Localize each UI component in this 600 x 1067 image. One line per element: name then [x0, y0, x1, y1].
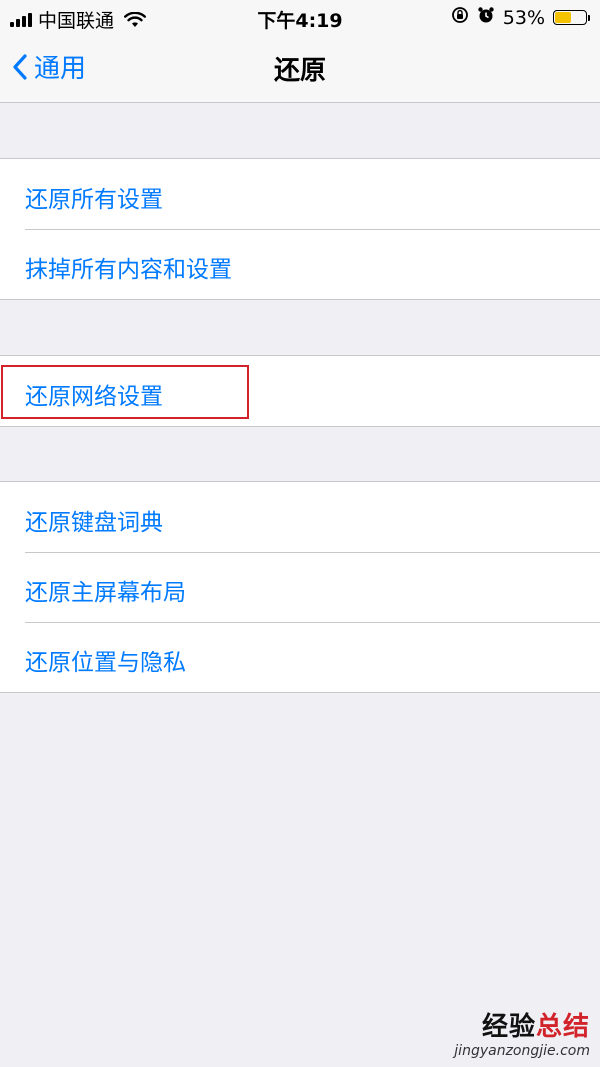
- reset-home-screen-layout-cell[interactable]: 还原主屏幕布局: [0, 552, 600, 622]
- status-bar: 中国联通 下午4:19 53%: [0, 0, 600, 34]
- reset-location-privacy-cell[interactable]: 还原位置与隐私: [0, 622, 600, 692]
- cell-label: 还原所有设置: [25, 187, 163, 213]
- battery-percent: 53%: [502, 6, 545, 29]
- page-title: 还原: [273, 56, 326, 86]
- cell-label: 还原位置与隐私: [25, 650, 186, 676]
- cell-label: 还原键盘词典: [25, 510, 163, 536]
- battery-fill: [555, 12, 571, 23]
- watermark: 经验总结 jingyanzongjie.com: [454, 1006, 590, 1059]
- battery-icon: [553, 10, 590, 25]
- watermark-url: jingyanzongjie.com: [454, 1043, 590, 1059]
- alarm-icon: [477, 6, 495, 29]
- reset-all-settings-cell[interactable]: 还原所有设置: [0, 159, 600, 229]
- erase-all-content-cell[interactable]: 抹掉所有内容和设置: [0, 229, 600, 299]
- reset-group-3: 还原键盘词典 还原主屏幕布局 还原位置与隐私: [0, 481, 600, 693]
- settings-screen: 中国联通 下午4:19 53% 通用 还原 还原所有设置 抹掉所有内容和设置 还…: [0, 0, 600, 1067]
- watermark-text-b: 总结: [535, 1012, 590, 1042]
- navigation-bar: 通用 还原: [0, 34, 600, 102]
- status-right: 53%: [451, 6, 590, 29]
- cell-label: 还原主屏幕布局: [25, 580, 186, 606]
- highlight-box: [1, 365, 249, 419]
- watermark-text-a: 经验: [481, 1012, 536, 1042]
- orientation-lock-icon: [451, 6, 469, 29]
- reset-keyboard-dictionary-cell[interactable]: 还原键盘词典: [0, 482, 600, 552]
- reset-group-1: 还原所有设置 抹掉所有内容和设置: [0, 158, 600, 300]
- top-bar: 中国联通 下午4:19 53% 通用 还原: [0, 0, 600, 103]
- cell-label: 抹掉所有内容和设置: [25, 257, 232, 283]
- watermark-logo: 经验总结: [454, 1006, 590, 1043]
